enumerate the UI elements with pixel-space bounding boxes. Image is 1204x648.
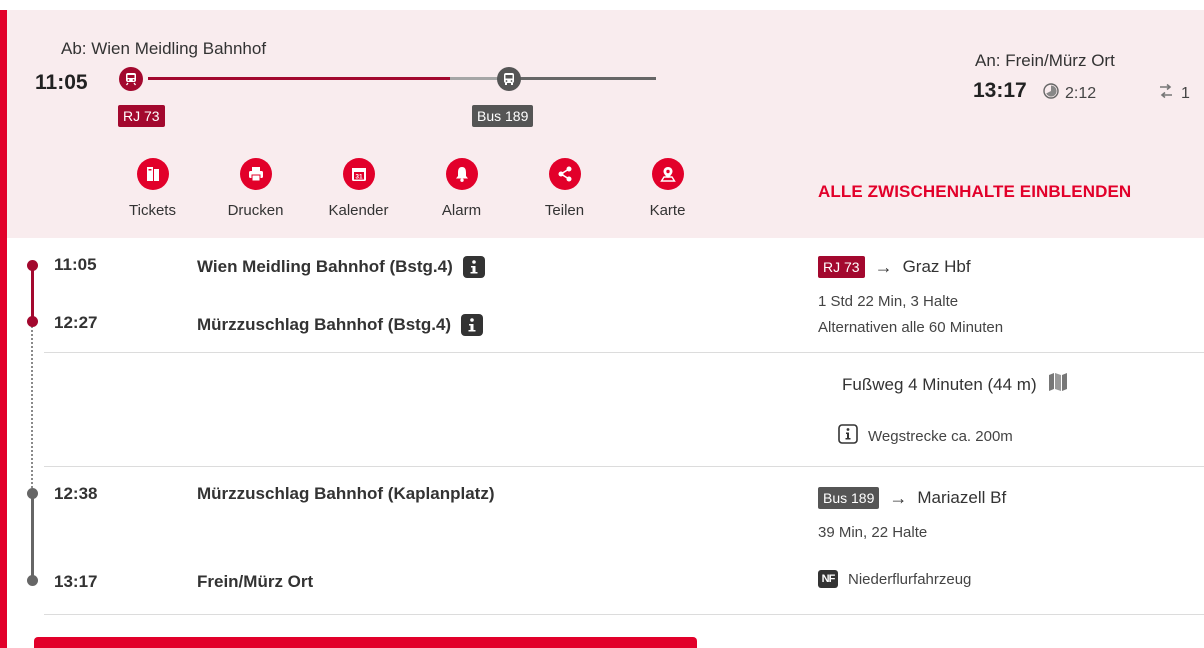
arrival-station-label: An: Frein/Mürz Ort <box>975 51 1115 70</box>
timeline-rail-segment <box>148 77 450 80</box>
leg2-line-info: Bus 189 → Mariazell Bf <box>818 487 1006 509</box>
arrow-right-icon: → <box>874 256 893 277</box>
timeline-bus-segment <box>508 77 656 80</box>
leg1-destination: Graz Hbf <box>902 257 971 276</box>
share-button[interactable]: Teilen <box>513 158 616 219</box>
tickets-label: Tickets <box>129 202 176 219</box>
calendar-button[interactable]: 31 Kalender <box>307 158 410 219</box>
info-icon[interactable] <box>461 314 484 336</box>
leg2-departure-stop: Mürzzuschlag Bahnhof (Kaplanplatz) <box>197 484 495 504</box>
leg1-departure-time: 11:05 <box>54 255 97 274</box>
map-pin-icon <box>651 158 684 190</box>
map-button[interactable]: Karte <box>616 158 719 219</box>
transfer-count: 1 <box>1157 83 1190 104</box>
map-label: Karte <box>649 202 686 219</box>
leg2-departure-time: 12:38 <box>54 484 98 503</box>
departure-station-label: Ab: Wien Meidling Bahnhof <box>61 39 267 58</box>
leg1-alternatives[interactable]: Alternativen alle 60 Minuten <box>818 319 1003 336</box>
divider <box>44 466 1204 467</box>
walk-info: Wegstrecke ca. 200m <box>838 424 1013 448</box>
info-outline-icon <box>838 424 858 448</box>
leg2-details: 39 Min, 22 Halte <box>818 524 928 541</box>
stop-name: Frein/Mürz Ort <box>197 572 314 591</box>
bus-leg-line <box>31 493 34 580</box>
low-floor-icon: NF <box>818 570 838 588</box>
printer-icon <box>239 158 272 190</box>
share-label: Teilen <box>544 202 585 219</box>
low-floor-info: NF Niederflurfahrzeug <box>818 570 971 588</box>
train-icon <box>119 67 143 91</box>
rail-leg-line <box>31 264 34 322</box>
trip-duration: 2:12 <box>1043 83 1096 104</box>
connection-accent-bar <box>0 10 7 648</box>
leg1-arrival-stop: Mürzzuschlag Bahnhof (Bstg.4) <box>197 314 484 336</box>
connection-summary-header: Ab: Wien Meidling Bahnhof 11:05 RJ 73 Bu… <box>7 10 1204 238</box>
transfer-icon <box>1157 83 1175 104</box>
stop-name: Wien Meidling Bahnhof (Bstg.4) <box>197 257 453 276</box>
arrival-time: 13:17 <box>973 79 1027 102</box>
leg1-departure-stop: Wien Meidling Bahnhof (Bstg.4) <box>197 256 485 278</box>
leg-badge-bus: Bus 189 <box>472 105 534 127</box>
low-floor-text: Niederflurfahrzeug <box>848 570 972 588</box>
info-icon[interactable] <box>462 256 485 278</box>
stop-name: Mürzzuschlag Bahnhof (Bstg.4) <box>197 315 452 334</box>
transfers-value: 1 <box>1181 84 1190 102</box>
calendar-label: Kalender <box>328 202 389 219</box>
map-icon[interactable] <box>1047 371 1069 398</box>
leg1-details: 1 Std 22 Min, 3 Halte <box>818 293 959 310</box>
leg2-destination: Mariazell Bf <box>917 488 1007 507</box>
divider <box>44 614 1204 615</box>
walk-info-text: Wegstrecke ca. 200m <box>868 427 1013 445</box>
line-badge-bus[interactable]: Bus 189 <box>818 487 880 509</box>
divider <box>44 352 1204 353</box>
print-button[interactable]: Drucken <box>204 158 307 219</box>
departure-time: 11:05 <box>35 71 88 94</box>
show-all-stops-link[interactable]: ALLE ZWISCHENHALTE EINBLENDEN <box>818 182 1131 202</box>
stop-name: Mürzzuschlag Bahnhof (Kaplanplatz) <box>197 484 495 503</box>
primary-action-button[interactable] <box>34 637 697 648</box>
walk-leg-line <box>31 326 33 492</box>
tickets-button[interactable]: Tickets <box>101 158 204 219</box>
stop-dot <box>27 488 38 499</box>
calendar-day: 31 <box>355 174 363 181</box>
leg1-line-info: RJ 73 → Graz Hbf <box>818 256 971 278</box>
walk-label: Fußweg 4 Minuten (44 m) <box>842 374 1037 394</box>
print-label: Drucken <box>227 202 284 219</box>
share-icon <box>548 158 581 190</box>
action-toolbar: Tickets Drucken 31 Kalender Alarm Teilen <box>101 158 719 219</box>
stop-dot <box>27 575 38 586</box>
stop-dot <box>27 260 38 271</box>
calendar-icon: 31 <box>342 158 375 190</box>
clock-icon <box>1043 83 1059 104</box>
bell-icon <box>445 158 478 190</box>
leg2-arrival-stop: Frein/Mürz Ort <box>197 572 313 592</box>
ticket-icon <box>136 158 169 190</box>
stop-dot <box>27 316 38 327</box>
walk-segment: Fußweg 4 Minuten (44 m) <box>842 371 1069 398</box>
alarm-label: Alarm <box>441 202 482 219</box>
leg2-arrival-time: 13:17 <box>54 572 98 591</box>
duration-value: 2:12 <box>1065 84 1097 102</box>
leg1-arrival-time: 12:27 <box>54 313 98 332</box>
alarm-button[interactable]: Alarm <box>410 158 513 219</box>
line-badge-rj[interactable]: RJ 73 <box>818 256 865 278</box>
leg-badge-rj: RJ 73 <box>118 105 165 127</box>
arrow-right-icon: → <box>889 487 908 508</box>
bus-icon <box>497 67 521 91</box>
